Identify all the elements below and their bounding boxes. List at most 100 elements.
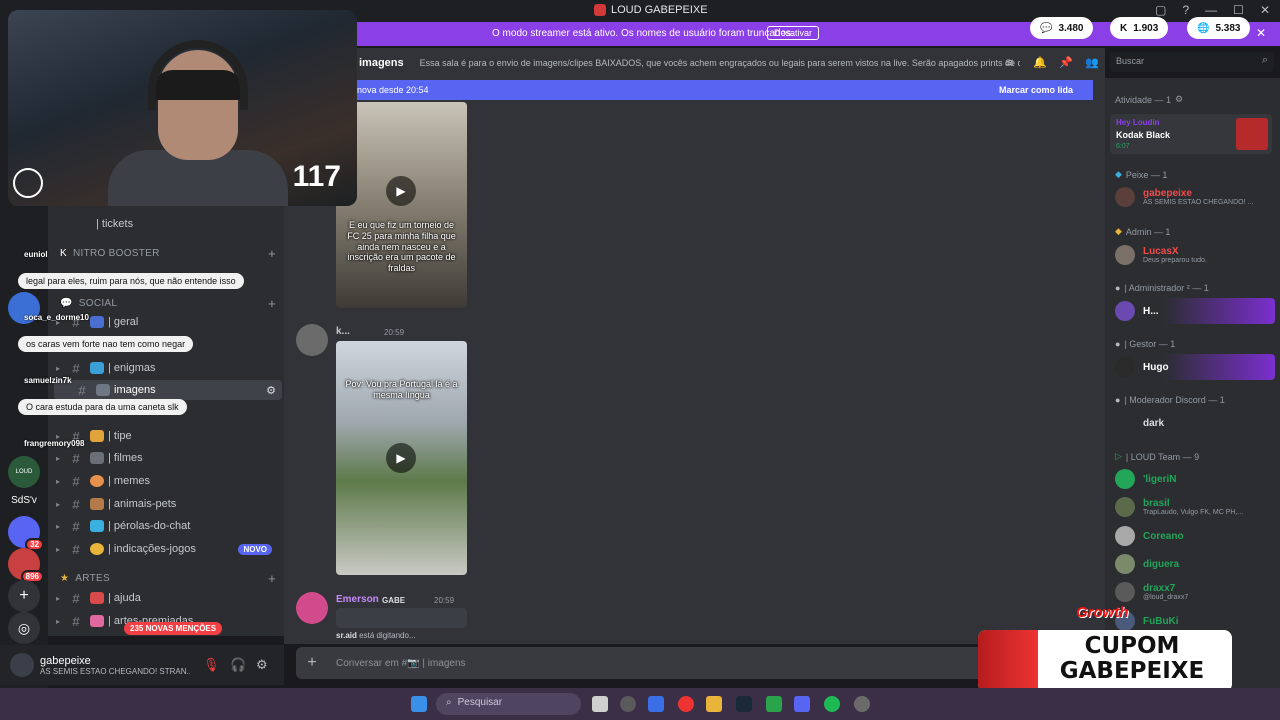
channel-animais-pets[interactable]: ▸ # | animais-pets	[48, 494, 280, 514]
video-attachment[interactable]: Pov: Vou pra Portugal lá é a mesma língu…	[336, 341, 467, 575]
new-messages-bar[interactable]: nova desde 20:54 Marcar como lida	[357, 80, 1093, 100]
app-icon[interactable]	[620, 696, 636, 712]
steam-icon[interactable]	[736, 696, 752, 712]
game-icon	[90, 543, 104, 555]
window-title: LOUD GABEPEIXE	[594, 4, 708, 16]
avatar	[1115, 301, 1135, 321]
members-group-header: ◆ Admin — 1	[1115, 226, 1171, 237]
member-item[interactable]: gabepeixe AS SEMIS ESTAO CHEGANDO! ...	[1115, 184, 1275, 210]
threads-icon[interactable]: ≋	[1005, 56, 1014, 69]
avatar	[1115, 187, 1135, 207]
windows-start-icon[interactable]	[411, 696, 427, 712]
members-group-header: ● | Moderador Discord — 1	[1115, 395, 1225, 405]
disable-streamer-button[interactable]: Desativar	[767, 26, 820, 40]
play-icon[interactable]: ▶	[386, 443, 416, 473]
chat-bubble-icon: 💬	[60, 298, 73, 309]
avatar	[1115, 245, 1135, 265]
server-icon[interactable]: 896	[8, 548, 44, 583]
sdsv-server-icon[interactable]: SdS'v	[8, 484, 40, 516]
task-view-icon[interactable]	[592, 696, 608, 712]
hash-icon: #	[72, 518, 80, 534]
chat-user: frangremory098	[24, 439, 85, 448]
bell-icon[interactable]: 🔔	[1033, 56, 1047, 69]
channel-enigmas[interactable]: ▸ # | enigmas	[48, 358, 280, 378]
opera-icon[interactable]	[678, 696, 694, 712]
globe-icon: 🌐	[1197, 22, 1210, 34]
server-icon[interactable]: 32	[8, 516, 44, 551]
member-item[interactable]: H...	[1115, 298, 1275, 324]
play-icon[interactable]: ▶	[386, 176, 416, 206]
settings-gear-icon[interactable]: ⚙	[256, 657, 268, 673]
maximize-button[interactable]: ☐	[1233, 3, 1244, 17]
member-item[interactable]: Hugo	[1115, 354, 1275, 380]
settings-gear-icon[interactable]: ⚙	[1175, 94, 1183, 105]
mark-as-read-button[interactable]: Marcar como lida	[999, 85, 1073, 95]
folder-icon[interactable]	[706, 696, 722, 712]
channel-ajuda[interactable]: ▸ # | ajuda	[48, 588, 280, 608]
role-tag: GABE	[382, 596, 406, 605]
attachment-preview[interactable]	[336, 608, 467, 628]
channel-filmes[interactable]: ▸ # | filmes	[48, 448, 280, 468]
category-nitro-booster[interactable]: K NITRO BOOSTER +	[60, 246, 280, 261]
channel-memes[interactable]: ▸ # | memes	[48, 471, 280, 491]
app-icon[interactable]	[766, 696, 782, 712]
obs-icon[interactable]	[854, 696, 870, 712]
headphones-icon[interactable]: 🎧	[230, 657, 246, 673]
category-social[interactable]: 💬 SOCIAL +	[60, 296, 280, 311]
search-input[interactable]: Buscar ⌕	[1110, 52, 1274, 72]
close-window-button[interactable]: ✕	[1260, 3, 1270, 17]
add-channel-icon[interactable]: +	[268, 246, 276, 261]
new-mentions-pill[interactable]: 235 NOVAS MENÇÕES	[124, 622, 223, 635]
member-item[interactable]: Coreano	[1115, 523, 1275, 549]
channel-imagens[interactable]: # imagens ⚙	[54, 380, 282, 400]
channel-name: imagens	[359, 57, 404, 69]
category-artes[interactable]: ★ ARTES +	[60, 571, 280, 586]
hash-icon: #	[72, 590, 80, 606]
add-channel-icon[interactable]: +	[268, 296, 276, 311]
inbox-icon[interactable]: ▢	[1155, 3, 1166, 17]
discord-icon[interactable]	[794, 696, 810, 712]
member-item[interactable]: diguera	[1115, 551, 1275, 577]
avatar[interactable]	[296, 324, 328, 356]
gem-icon	[90, 520, 104, 532]
taskbar-search[interactable]: ⌕ Pesquisar	[436, 693, 581, 715]
mute-mic-icon[interactable]: 🎙	[203, 657, 220, 673]
message-timestamp: 20:59	[434, 596, 455, 605]
search-icon: ⌕	[1261, 54, 1268, 66]
avatar[interactable]	[296, 592, 328, 624]
message-author[interactable]: Emerson	[336, 594, 379, 605]
album-art	[1236, 118, 1268, 150]
avatar[interactable]	[10, 653, 34, 677]
close-icon[interactable]: ✕	[1256, 26, 1266, 40]
add-channel-icon[interactable]: +	[268, 571, 276, 586]
channel-perolas-do-chat[interactable]: ▸ # | pérolas-do-chat	[48, 516, 280, 536]
copilot-icon[interactable]	[648, 696, 664, 712]
channel-tickets[interactable]: | tickets	[48, 214, 280, 234]
pin-icon[interactable]: 📌	[1059, 56, 1073, 69]
window-controls: ▢ ? — ☐ ✕	[1155, 3, 1270, 17]
member-item[interactable]: draxx7 @loud_draxx7	[1115, 579, 1275, 605]
message-author[interactable]: k...	[336, 326, 350, 337]
role-icon: ●	[1115, 339, 1121, 349]
discover-icon[interactable]: ◎	[8, 612, 40, 644]
member-item[interactable]: brasil TrapLaudo, Vulgo FK, MC PH,...	[1115, 494, 1275, 520]
activity-card[interactable]: Hey Loudin Kodak Black 6:07	[1110, 114, 1272, 154]
spotify-icon[interactable]	[824, 696, 840, 712]
message-input[interactable]: + Conversar em #📷 | imagens	[296, 647, 1096, 679]
hash-icon: #	[72, 613, 80, 629]
play-icon: ▷	[1115, 451, 1122, 461]
members-icon[interactable]: 👥	[1085, 56, 1099, 69]
minimize-button[interactable]: —	[1205, 3, 1217, 17]
add-server-icon[interactable]: +	[8, 580, 40, 612]
invite-settings-icon[interactable]: ⚙	[266, 384, 276, 397]
chat-bubble: legal para eles, ruim para nós, que não …	[18, 273, 244, 289]
shield-icon: ◆	[1115, 226, 1122, 236]
channel-indicacoes-jogos[interactable]: ▸ # | indicações-jogos NOVO	[48, 539, 280, 559]
member-item[interactable]: LucasX Deus preparou tudo.	[1115, 242, 1275, 268]
add-attachment-icon[interactable]: +	[296, 654, 328, 672]
help-icon[interactable]: ?	[1182, 3, 1189, 17]
user-status: AS SEMIS ESTAO CHEGANDO! STRAN...	[40, 666, 190, 676]
member-item[interactable]: 'ligeriN	[1115, 466, 1275, 492]
member-item[interactable]: dark	[1115, 410, 1275, 436]
channel-topic[interactable]: Essa sala é para o envio de imagens/clip…	[420, 58, 1020, 68]
